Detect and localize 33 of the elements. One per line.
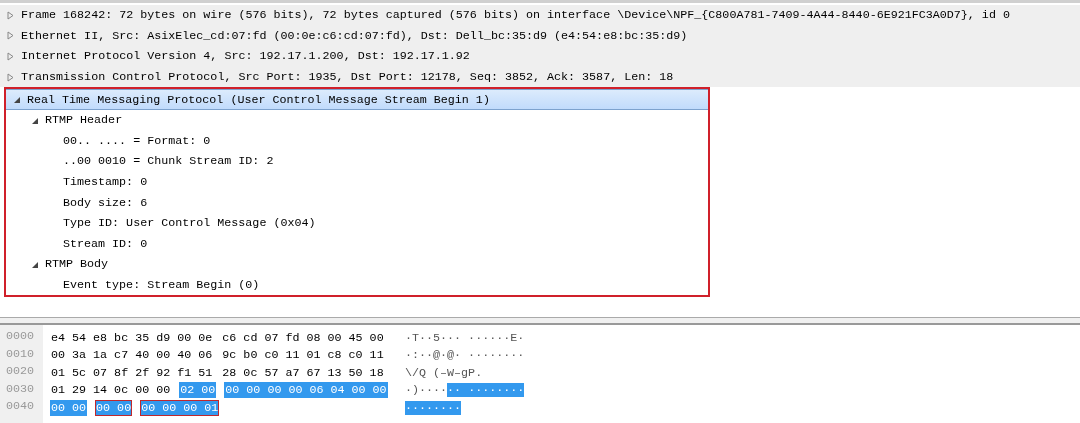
hex-bytes: 00 00 xyxy=(95,399,133,416)
byte-offset: 0030 xyxy=(5,381,36,398)
tree-row[interactable]: Ethernet II, Src: AsixElec_cd:07:fd (00:0e:c6:cd:07:fd), Dst: Dell_bc:35:d9 (e4:54:e8:bc:35:d9) xyxy=(0,25,1080,47)
ascii-bytes: \/Q (–W–gP. xyxy=(405,365,483,380)
hex-bytes: 00 00 00 01 xyxy=(140,399,220,416)
ascii-bytes: ·· ········ xyxy=(447,383,525,398)
hex-bytes: e4 54 e8 bc 35 d9 00 0e xyxy=(50,329,214,346)
hex-bytes: 00 3a 1a c7 40 00 40 06 xyxy=(50,347,214,364)
hex-bytes: 28 0c 57 a7 67 13 50 18 xyxy=(221,364,385,381)
tree-row[interactable]: Frame 168242: 72 bytes on wire (576 bits), 72 bytes captured (576 bits) on interface \Device\NPF_{C800A781-7409-4A44-8440-6E921FC3A0D7}, id 0 xyxy=(0,5,1080,26)
ascii-bytes: ········ xyxy=(405,400,462,415)
byte-offset: 0040 xyxy=(5,399,36,415)
byte-offset: 0020 xyxy=(5,364,36,380)
byte-offset: 0010 xyxy=(5,346,36,363)
collapsed-triangle-icon[interactable] xyxy=(6,52,15,61)
hex-bytes: 02 00 xyxy=(179,382,217,399)
hex-bytes: 00 00 00 00 06 04 00 00 xyxy=(224,382,388,399)
hex-bytes: 01 5c 07 8f 2f 92 f1 51 xyxy=(50,364,214,381)
collapsed-triangle-icon[interactable] xyxy=(6,31,15,41)
ascii-bytes: ·)···· xyxy=(405,383,448,398)
hex-bytes: c6 cd 07 fd 08 00 45 00 xyxy=(221,329,385,346)
hex-bytes: 01 29 14 0c 00 00 xyxy=(50,382,172,399)
ascii-bytes: ·:··@·@· ········ xyxy=(405,348,525,363)
hex-bytes: 9c b0 c0 11 01 c8 c0 11 xyxy=(221,347,385,364)
tree-row[interactable]: Internet Protocol Version 4, Src: 192.17.1.200, Dst: 192.17.1.92 xyxy=(0,46,1080,67)
hex-bytes: 00 00 xyxy=(50,399,88,416)
tree-row[interactable]: Transmission Control Protocol, Src Port: 1935, Dst Port: 12178, Seq: 3852, Ack: 3587, Len: 18 xyxy=(0,66,1080,88)
tree-row[interactable]: Real Time Messaging Protocol (User Control Message Stream Begin 1) xyxy=(6,89,708,110)
collapsed-triangle-icon[interactable] xyxy=(6,72,15,82)
ascii-bytes: ·T··5··· ······E· xyxy=(405,330,525,345)
pane-splitter[interactable] xyxy=(0,318,1080,325)
collapsed-triangle-icon[interactable] xyxy=(6,10,15,20)
byte-offset: 0000 xyxy=(5,329,36,345)
